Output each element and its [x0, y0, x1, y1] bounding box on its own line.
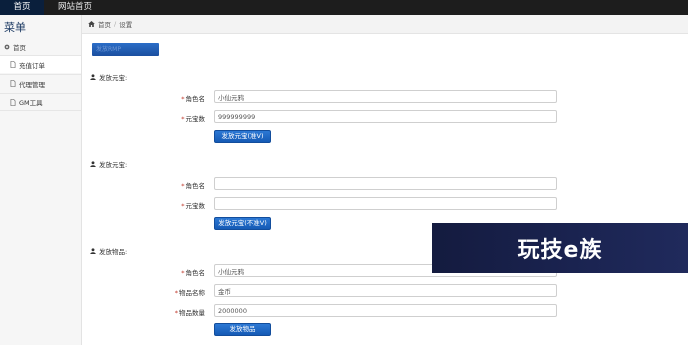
send-currency-non-v-button[interactable]: 发放元宝(不准V)	[214, 217, 271, 230]
breadcrumb: 首页 / 设置	[82, 15, 688, 34]
sidebar-group-home[interactable]: 首页	[4, 42, 26, 52]
section-title-text: 发放元宝:	[99, 161, 128, 169]
user-icon	[90, 74, 96, 80]
user-icon	[90, 248, 96, 254]
watermark-banner: 玩技e族	[432, 223, 688, 273]
user-icon	[90, 161, 96, 167]
role-name-input[interactable]	[214, 90, 557, 103]
section-title-text: 发放物品:	[99, 248, 128, 256]
item-quantity-input[interactable]	[214, 304, 557, 317]
sidebar-title: 菜单	[4, 21, 26, 34]
watermark-text: 玩技e族	[517, 238, 603, 263]
file-icon	[10, 61, 16, 68]
send-currency-v-button[interactable]: 发放元宝(准V)	[214, 130, 271, 143]
currency-amount-input[interactable]	[214, 197, 557, 210]
role-name-input[interactable]	[214, 177, 557, 190]
sidebar-item-gm-tools[interactable]: GM工具	[0, 93, 81, 111]
field-label-currency-amount: *元宝数	[181, 202, 205, 210]
top-action-button[interactable]: 发放RMP	[92, 43, 159, 56]
breadcrumb-current: 设置	[119, 21, 133, 29]
file-icon	[10, 80, 16, 87]
field-label-item-name: *物品名称	[174, 289, 205, 297]
sidebar-group-label: 首页	[13, 44, 26, 52]
field-label-currency-amount: *元宝数	[181, 115, 205, 123]
field-label-item-quantity: *物品数量	[174, 309, 205, 317]
topnav-tab-home[interactable]: 首页	[0, 0, 44, 15]
top-navigation-bar: 首页 网站首页	[0, 0, 688, 15]
gear-icon	[4, 44, 10, 50]
sidebar-item-label: 充值订单	[19, 61, 45, 70]
section-title-text: 发放元宝:	[99, 74, 128, 82]
breadcrumb-separator: /	[114, 20, 117, 28]
topnav-tab-site-home[interactable]: 网站首页	[50, 0, 100, 15]
section-title-currency-non-v: 发放元宝:	[90, 159, 127, 169]
item-name-input[interactable]	[214, 284, 557, 297]
sidebar-item-recharge-orders[interactable]: 充值订单	[0, 55, 81, 73]
send-items-button[interactable]: 发放物品	[214, 323, 271, 336]
field-label-role-name: *角色名	[181, 95, 205, 103]
sidebar: 菜单 首页 充值订单 代理管理 GM工具	[0, 15, 82, 345]
home-icon	[88, 21, 95, 27]
sidebar-item-label: GM工具	[19, 99, 43, 107]
sidebar-item-label: 代理管理	[19, 80, 45, 89]
currency-amount-input[interactable]	[214, 110, 557, 123]
file-icon	[10, 98, 16, 106]
section-title-send-items: 发放物品:	[90, 246, 127, 256]
field-label-role-name: *角色名	[181, 269, 205, 277]
section-title-currency-v: 发放元宝:	[90, 72, 127, 82]
sidebar-item-agent-management[interactable]: 代理管理	[0, 74, 81, 92]
field-label-role-name: *角色名	[181, 182, 205, 190]
breadcrumb-home-link[interactable]: 首页	[98, 19, 111, 29]
